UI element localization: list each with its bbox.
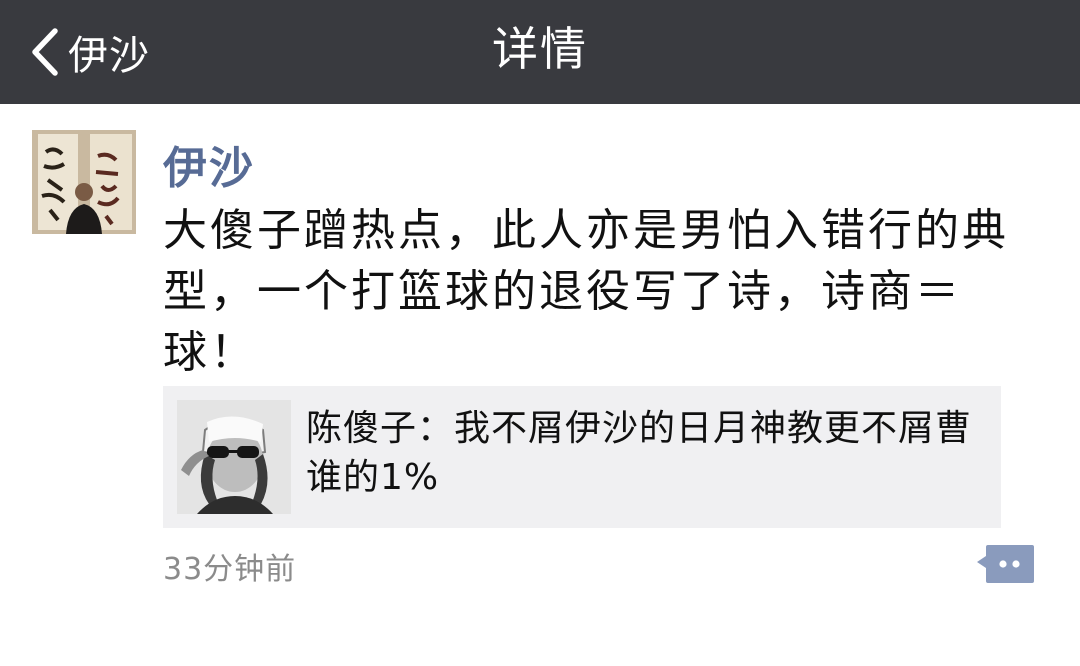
timestamp: 33分钟前 <box>163 552 297 587</box>
shared-title: 陈傻子：我不屑伊沙的日月神教更不屑曹谁的1% <box>306 408 973 498</box>
avatar[interactable] <box>32 130 136 234</box>
page-title: 详情 <box>492 22 588 76</box>
moment-post: 伊沙 大傻子蹭热点，此人亦是男怕入错行的典型，一个打篮球的退役写了诗，诗商＝球！… <box>0 104 1080 666</box>
shared-thumbnail <box>177 400 291 514</box>
username[interactable]: 伊沙 <box>163 132 255 196</box>
post-text: 大傻子蹭热点，此人亦是男怕入错行的典型，一个打篮球的退役写了诗，诗商＝球！ <box>163 205 1009 378</box>
navigation-bar: 伊沙 详情 <box>0 0 1080 104</box>
comment-bubble-icon <box>974 545 1036 591</box>
shared-link-card[interactable]: 陈傻子：我不屑伊沙的日月神教更不屑曹谁的1% <box>163 386 1001 528</box>
comment-button[interactable] <box>974 541 1036 587</box>
